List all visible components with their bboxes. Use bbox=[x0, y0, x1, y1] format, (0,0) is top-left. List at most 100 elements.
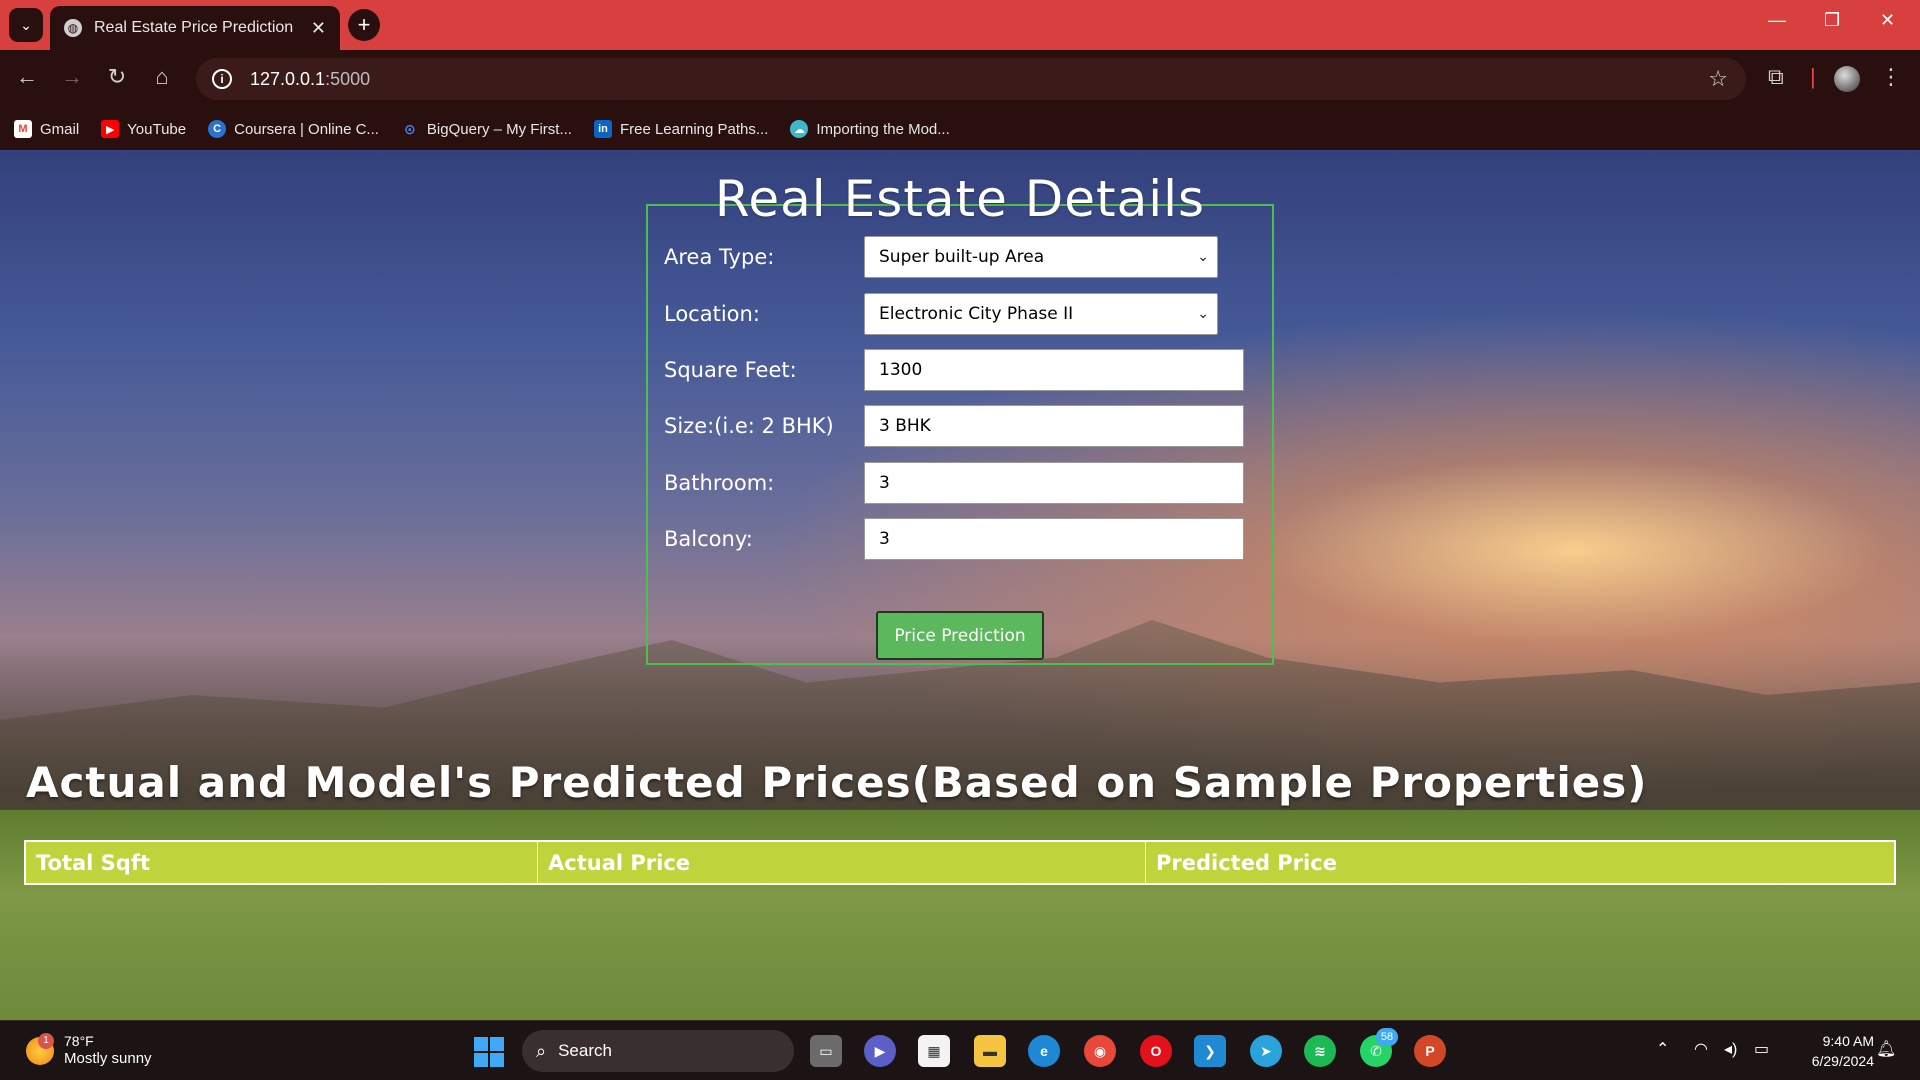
forward-icon[interactable]: → bbox=[57, 64, 87, 90]
bathroom-input[interactable]: 3 bbox=[864, 462, 1244, 504]
globe-icon: ◍ bbox=[64, 19, 82, 37]
size-label: Size:(i.e: 2 BHK) bbox=[664, 414, 834, 438]
weather-condition: Mostly sunny bbox=[64, 1050, 152, 1067]
page-content: Real Estate Details Area Type: Super bui… bbox=[0, 150, 1920, 1020]
site-info-icon[interactable]: i bbox=[212, 69, 232, 89]
chevron-down-icon: ⌄ bbox=[1197, 306, 1209, 322]
divider: | bbox=[1810, 64, 1816, 89]
opera-icon[interactable]: O bbox=[1140, 1035, 1172, 1067]
chrome-icon[interactable]: ◉ bbox=[1084, 1035, 1116, 1067]
bookmark-star-icon[interactable]: ☆ bbox=[1708, 66, 1728, 92]
volume-icon[interactable]: ◂) bbox=[1724, 1039, 1737, 1059]
bookmark-label: Importing the Mod... bbox=[816, 120, 950, 138]
bookmark-label: Free Learning Paths... bbox=[619, 120, 769, 138]
area-type-select[interactable]: Super built-up Area ⌄ bbox=[864, 236, 1218, 278]
search-label: Search bbox=[558, 1041, 612, 1060]
bookmark-bigquery[interactable]: ⊙ BigQuery – My First... bbox=[401, 120, 572, 138]
tab-search-button[interactable]: ⌄ bbox=[9, 8, 43, 42]
powerpoint-icon[interactable]: P bbox=[1414, 1035, 1446, 1067]
reload-icon[interactable]: ↻ bbox=[102, 64, 132, 90]
store-icon[interactable]: ▦ bbox=[918, 1035, 950, 1067]
tab-title: Real Estate Price Prediction bbox=[94, 19, 294, 36]
windows-start-icon[interactable] bbox=[474, 1037, 504, 1067]
new-tab-button[interactable]: + bbox=[348, 9, 380, 41]
column-predicted-price: Predicted Price bbox=[1156, 850, 1337, 875]
size-input[interactable]: 3 BHK bbox=[864, 405, 1244, 447]
notification-bell-icon[interactable]: 🔔︎ bbox=[1876, 1039, 1896, 1059]
sun-icon: 1 bbox=[26, 1032, 54, 1065]
results-heading: Actual and Model's Predicted Prices(Base… bbox=[26, 758, 1648, 807]
profile-avatar[interactable] bbox=[1834, 66, 1860, 92]
location-value: Electronic City Phase II bbox=[879, 304, 1074, 324]
balcony-row: Balcony: 3 bbox=[664, 518, 1244, 560]
bookmark-coursera[interactable]: C Coursera | Online C... bbox=[208, 120, 379, 138]
bigquery-icon: ⊙ bbox=[404, 120, 416, 137]
bookmarks-bar: M Gmail ▶ YouTube C Coursera | Online C... … bbox=[0, 108, 1920, 150]
results-table-header: Total Sqft Actual Price Predicted Price bbox=[24, 840, 1896, 885]
location-label: Location: bbox=[664, 302, 760, 326]
weather-badge: 1 bbox=[38, 1032, 54, 1049]
back-icon[interactable]: ← bbox=[12, 64, 42, 90]
taskbar-search[interactable]: ⌕ Search bbox=[522, 1030, 794, 1072]
home-icon[interactable]: ⌂ bbox=[147, 64, 177, 90]
bookmark-label: BigQuery – My First... bbox=[426, 120, 572, 138]
url-host: 127.0.0.1 bbox=[250, 68, 326, 89]
edge-icon[interactable]: e bbox=[1028, 1035, 1060, 1067]
price-prediction-button[interactable]: Price Prediction bbox=[876, 611, 1044, 660]
coursera-icon: C bbox=[208, 120, 227, 138]
area-type-label: Area Type: bbox=[664, 245, 775, 269]
browser-tab-bar: ⌄ ◍ Real Estate Price Prediction ✕ + — ❐… bbox=[0, 0, 1920, 50]
close-window-icon[interactable]: ✕ bbox=[1880, 10, 1895, 31]
real-estate-form: Real Estate Details Area Type: Super bui… bbox=[646, 170, 1274, 665]
sqft-row: Square Feet: 1300 bbox=[664, 349, 1244, 391]
area-type-row: Area Type: Super built-up Area ⌄ bbox=[664, 236, 1218, 278]
bookmark-label: Gmail bbox=[40, 120, 80, 138]
bookmark-label: Coursera | Online C... bbox=[234, 120, 379, 138]
battery-icon[interactable]: ▭ bbox=[1754, 1039, 1769, 1059]
bookmark-importing[interactable]: ☁ Importing the Mod... bbox=[790, 120, 950, 138]
balcony-input[interactable]: 3 bbox=[864, 518, 1244, 560]
windows-taskbar: 1 78°F Mostly sunny ⌕ Search ▭ ▶ ▦ ▬ e ◉… bbox=[0, 1020, 1920, 1080]
size-row: Size:(i.e: 2 BHK) 3 BHK bbox=[664, 405, 1244, 447]
close-tab-icon[interactable]: ✕ bbox=[311, 18, 326, 39]
bathroom-row: Bathroom: 3 bbox=[664, 462, 1244, 504]
browser-tab[interactable]: ◍ Real Estate Price Prediction ✕ bbox=[50, 6, 340, 50]
system-clock[interactable]: 9:40 AM 6/29/2024 bbox=[1792, 1031, 1874, 1071]
address-bar[interactable]: i 127.0.0.1:5000 ☆ bbox=[196, 58, 1746, 100]
youtube-icon: ▶ bbox=[101, 120, 120, 138]
file-explorer-icon[interactable]: ▬ bbox=[974, 1035, 1006, 1067]
task-view-icon[interactable]: ▭ bbox=[810, 1035, 842, 1067]
menu-kebab-icon[interactable]: ⋮ bbox=[1880, 64, 1902, 90]
gmail-icon: M bbox=[14, 120, 32, 138]
url-port: :5000 bbox=[325, 68, 371, 89]
vscode-icon[interactable]: ❯ bbox=[1194, 1035, 1226, 1067]
wifi-icon[interactable]: ◠ bbox=[1694, 1039, 1708, 1059]
temperature: 78°F bbox=[64, 1033, 94, 1049]
spotify-icon[interactable]: ≋ bbox=[1304, 1035, 1336, 1067]
clock-date: 6/29/2024 bbox=[1811, 1053, 1874, 1069]
sqft-label: Square Feet: bbox=[664, 358, 797, 382]
sqft-input[interactable]: 1300 bbox=[864, 349, 1244, 391]
teams-icon[interactable]: ▶ bbox=[864, 1035, 896, 1067]
clock-time: 9:40 AM bbox=[1822, 1033, 1874, 1049]
chevron-down-icon: ⌄ bbox=[1197, 249, 1209, 265]
column-total-sqft: Total Sqft bbox=[26, 842, 538, 883]
bookmark-linkedin[interactable]: in Free Learning Paths... bbox=[593, 120, 769, 138]
bookmark-youtube[interactable]: ▶ YouTube bbox=[101, 120, 186, 138]
location-row: Location: Electronic City Phase II ⌄ bbox=[664, 293, 1218, 335]
search-icon: ⌕ bbox=[536, 1040, 547, 1061]
balcony-label: Balcony: bbox=[664, 527, 753, 551]
area-type-value: Super built-up Area bbox=[879, 247, 1045, 267]
bathroom-label: Bathroom: bbox=[664, 471, 775, 495]
cloud-icon: ☁ bbox=[790, 120, 809, 138]
extensions-icon[interactable]: ⧉ bbox=[1768, 64, 1784, 90]
browser-toolbar: ← → ↻ ⌂ i 127.0.0.1:5000 ☆ ⧉ | ⋮ bbox=[0, 50, 1920, 108]
bookmark-label: YouTube bbox=[127, 120, 187, 138]
location-select[interactable]: Electronic City Phase II ⌄ bbox=[864, 293, 1218, 335]
weather-widget[interactable]: 1 78°F Mostly sunny bbox=[26, 1032, 152, 1068]
chevron-up-icon[interactable]: ⌃ bbox=[1656, 1039, 1669, 1059]
bookmark-gmail[interactable]: M Gmail bbox=[14, 120, 79, 138]
telegram-icon[interactable]: ➤ bbox=[1250, 1035, 1282, 1067]
minimize-icon[interactable]: — bbox=[1768, 10, 1786, 31]
restore-icon[interactable]: ❐ bbox=[1824, 10, 1840, 31]
